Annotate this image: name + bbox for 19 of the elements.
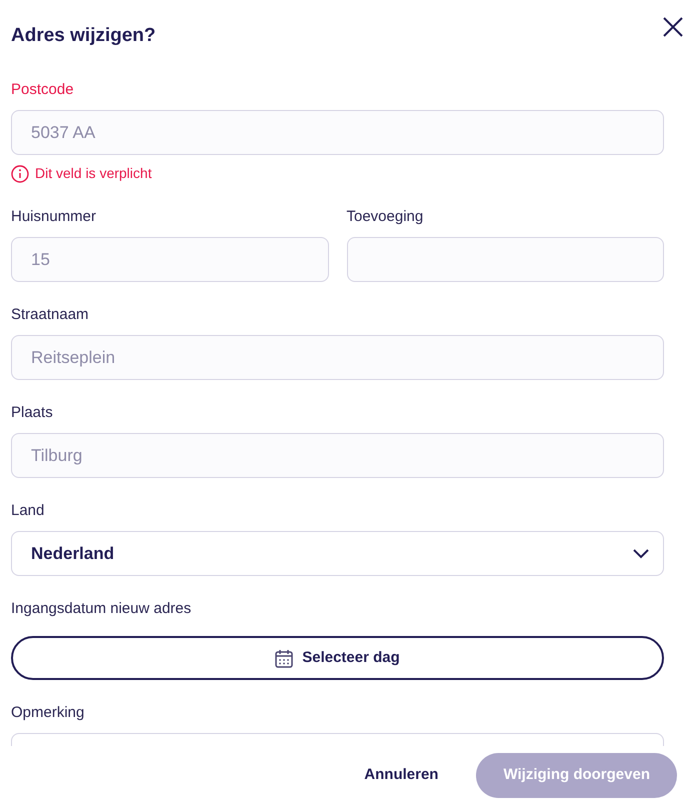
field-label: Toevoeging [346, 207, 424, 227]
field-label: Huisnummer [11, 207, 98, 227]
dialog-title: Adres wijzigen? [11, 24, 156, 48]
select-day-button[interactable]: Selecteer dag [11, 636, 664, 680]
field-label: Land [11, 501, 46, 521]
input-field[interactable] [346, 237, 664, 282]
chevron-down-icon [633, 548, 649, 558]
calendar-icon [275, 648, 294, 668]
field-label: Postcode [11, 80, 75, 100]
field-label: Opmerking [11, 703, 86, 723]
select-value: Nederland [31, 542, 114, 565]
info-icon [11, 164, 29, 182]
field-label: Ingangsdatum nieuw adres [11, 599, 192, 619]
error-message: Dit veld is verplicht [35, 164, 152, 183]
country-select[interactable]: Nederland [11, 531, 664, 576]
cancel-button[interactable]: Annuleren [362, 753, 440, 798]
field-label: Straatnaam [11, 305, 90, 325]
close-icon[interactable] [662, 16, 684, 38]
field-label: Plaats [11, 403, 54, 423]
